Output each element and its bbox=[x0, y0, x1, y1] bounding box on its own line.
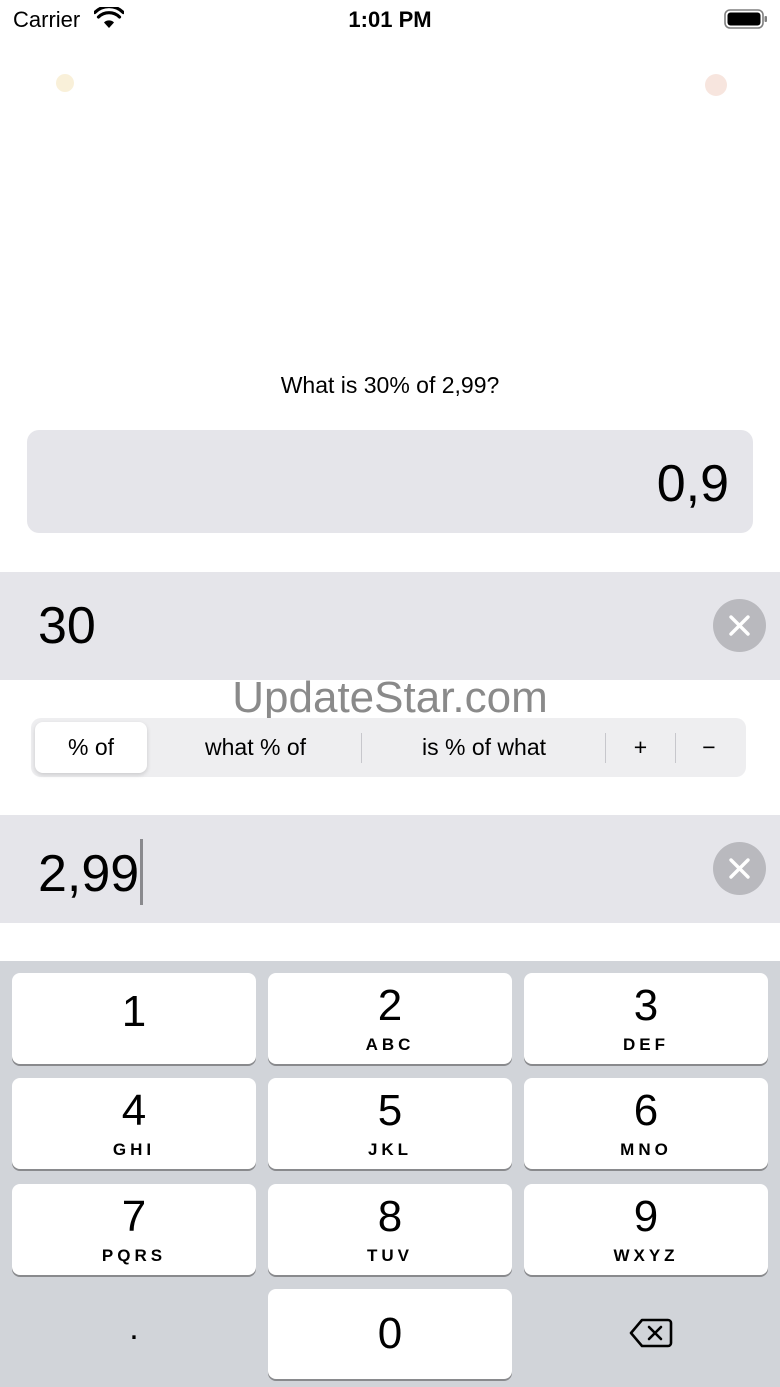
backspace-icon bbox=[629, 1318, 673, 1348]
status-bar: Carrier 1:01 PM bbox=[0, 0, 780, 40]
key-letters: PQRS bbox=[101, 1246, 167, 1265]
key-digit: 4 bbox=[121, 1086, 147, 1135]
numeric-keyboard: 1 2 ABC 3 DEF 4 GHI 5 JKL 6 MNO 7 PQRS 8… bbox=[0, 961, 780, 1387]
key-digit: 9 bbox=[633, 1192, 659, 1241]
clear-base-button[interactable] bbox=[713, 842, 766, 895]
key-2[interactable]: 2 ABC bbox=[268, 973, 512, 1064]
key-4[interactable]: 4 GHI bbox=[12, 1078, 256, 1169]
key-1[interactable]: 1 bbox=[12, 973, 256, 1064]
key-9[interactable]: 9 WXYZ bbox=[524, 1184, 768, 1275]
text-cursor bbox=[140, 839, 144, 905]
key-digit: 5 bbox=[377, 1086, 403, 1135]
mode-minus[interactable]: − bbox=[676, 722, 742, 773]
key-0[interactable]: 0 bbox=[268, 1289, 512, 1379]
base-input-field[interactable]: 2,99 bbox=[0, 815, 780, 923]
mode-selector[interactable]: % of what % of is % of what + − bbox=[31, 718, 746, 777]
key-8[interactable]: 8 TUV bbox=[268, 1184, 512, 1275]
key-digit: 7 bbox=[121, 1192, 147, 1241]
key-letters: GHI bbox=[112, 1140, 156, 1159]
base-input-value[interactable]: 2,99 bbox=[38, 839, 144, 905]
back-icon[interactable] bbox=[48, 66, 82, 100]
percent-input-value[interactable]: 30 bbox=[38, 596, 96, 656]
key-digit: 0 bbox=[377, 1309, 403, 1358]
mode-plus[interactable]: + bbox=[606, 722, 675, 773]
base-input-text: 2,99 bbox=[38, 845, 140, 903]
question-text: What is 30% of 2,99? bbox=[280, 372, 500, 398]
result-display: 0,9 bbox=[27, 430, 753, 533]
key-digit: 1 bbox=[121, 987, 147, 1036]
clear-all-icon[interactable] bbox=[699, 68, 733, 102]
key-digit: 6 bbox=[633, 1086, 659, 1135]
close-icon bbox=[729, 858, 750, 879]
watermark: UpdateStar.com bbox=[232, 673, 548, 722]
mode-is-percent-of-what[interactable]: is % of what bbox=[362, 722, 606, 773]
key-letters: WXYZ bbox=[613, 1246, 679, 1265]
close-icon bbox=[729, 615, 750, 636]
delete-key[interactable] bbox=[524, 1289, 768, 1379]
battery-icon bbox=[724, 9, 767, 29]
clear-percent-button[interactable] bbox=[713, 599, 766, 652]
key-letters: DEF bbox=[623, 1035, 669, 1054]
mode-what-percent-of[interactable]: what % of bbox=[149, 722, 362, 773]
key-6[interactable]: 6 MNO bbox=[524, 1078, 768, 1169]
key-7[interactable]: 7 PQRS bbox=[12, 1184, 256, 1275]
key-3[interactable]: 3 DEF bbox=[524, 973, 768, 1064]
key-letters: MNO bbox=[620, 1140, 672, 1159]
key-digit: 2 bbox=[377, 981, 403, 1030]
mode-percent-of[interactable]: % of bbox=[35, 722, 147, 773]
key-letters: TUV bbox=[367, 1246, 413, 1265]
percent-input-field[interactable]: 30 bbox=[0, 572, 780, 680]
key-letters: ABC bbox=[365, 1035, 415, 1054]
decimal-key[interactable]: . bbox=[12, 1289, 256, 1379]
key-5[interactable]: 5 JKL bbox=[268, 1078, 512, 1169]
key-letters: JKL bbox=[367, 1140, 413, 1159]
clock: 1:01 PM bbox=[348, 7, 432, 32]
key-digit: 3 bbox=[633, 981, 659, 1030]
key-digit: 8 bbox=[377, 1192, 403, 1241]
result-value: 0,9 bbox=[656, 455, 729, 513]
